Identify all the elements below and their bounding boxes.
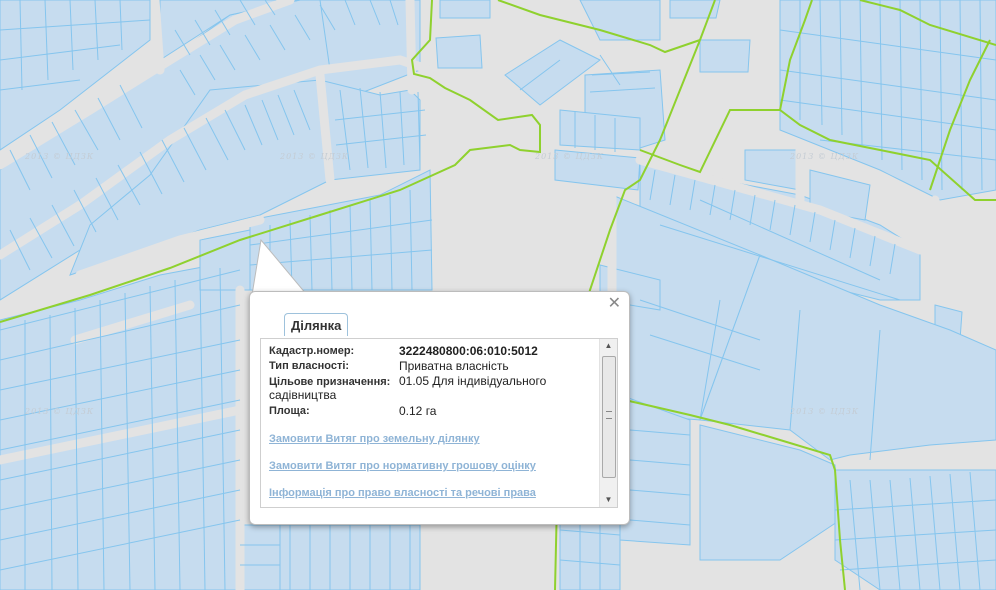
close-icon[interactable]: ✕ — [608, 296, 621, 312]
scroll-down-icon[interactable]: ▼ — [600, 493, 617, 507]
field-value: 3222480800:06:010:5012 — [399, 344, 538, 358]
watermark: 2013 © ЦДЗК — [790, 407, 860, 416]
watermark: 2013 © ЦДЗК — [25, 152, 95, 161]
parcel-popup: ✕ Ділянка Кадастр.номер: 3222480800:06:0… — [249, 291, 630, 525]
field-value: Приватна власність — [399, 359, 509, 373]
popup-panel: Кадастр.номер: 3222480800:06:010:5012 Ти… — [260, 338, 618, 508]
field-label: Площа: — [269, 405, 310, 417]
field-value: 01.05 Для індивідуального садівництва — [269, 374, 547, 402]
order-valuation-extract-link[interactable]: Замовити Витяг про нормативну грошову оц… — [269, 460, 599, 472]
field-cadastral-number: Кадастр.номер: 3222480800:06:010:5012 — [269, 344, 599, 358]
watermark: 2013 © ЦДЗК — [790, 152, 860, 161]
field-area: Площа: 0.12 га — [269, 404, 599, 418]
scroll-up-icon[interactable]: ▲ — [600, 339, 617, 353]
scrollbar[interactable]: ▲ ▼ — [599, 339, 617, 507]
grip-icon — [606, 411, 612, 419]
parcel-info: Кадастр.номер: 3222480800:06:010:5012 Ти… — [261, 339, 599, 507]
watermark: 2013 © ЦДЗК — [25, 407, 95, 416]
field-ownership-type: Тип власності: Приватна власність — [269, 359, 599, 373]
watermark: 2013 © ЦДЗК — [280, 152, 350, 161]
field-label: Тип власності: — [269, 360, 350, 372]
tab-parcel[interactable]: Ділянка — [284, 313, 349, 336]
field-value: 0.12 га — [399, 404, 437, 418]
ownership-rights-info-link[interactable]: Інформація про право власності та речові… — [269, 487, 599, 499]
scrollbar-thumb[interactable] — [602, 356, 616, 478]
field-label: Кадастр.номер: — [269, 345, 355, 357]
order-land-extract-link[interactable]: Замовити Витяг про земельну ділянку — [269, 433, 599, 445]
watermark: 2013 © ЦДЗК — [535, 152, 605, 161]
field-purpose: Цільове призначення: 01.05 Для індивідуа… — [269, 374, 599, 403]
